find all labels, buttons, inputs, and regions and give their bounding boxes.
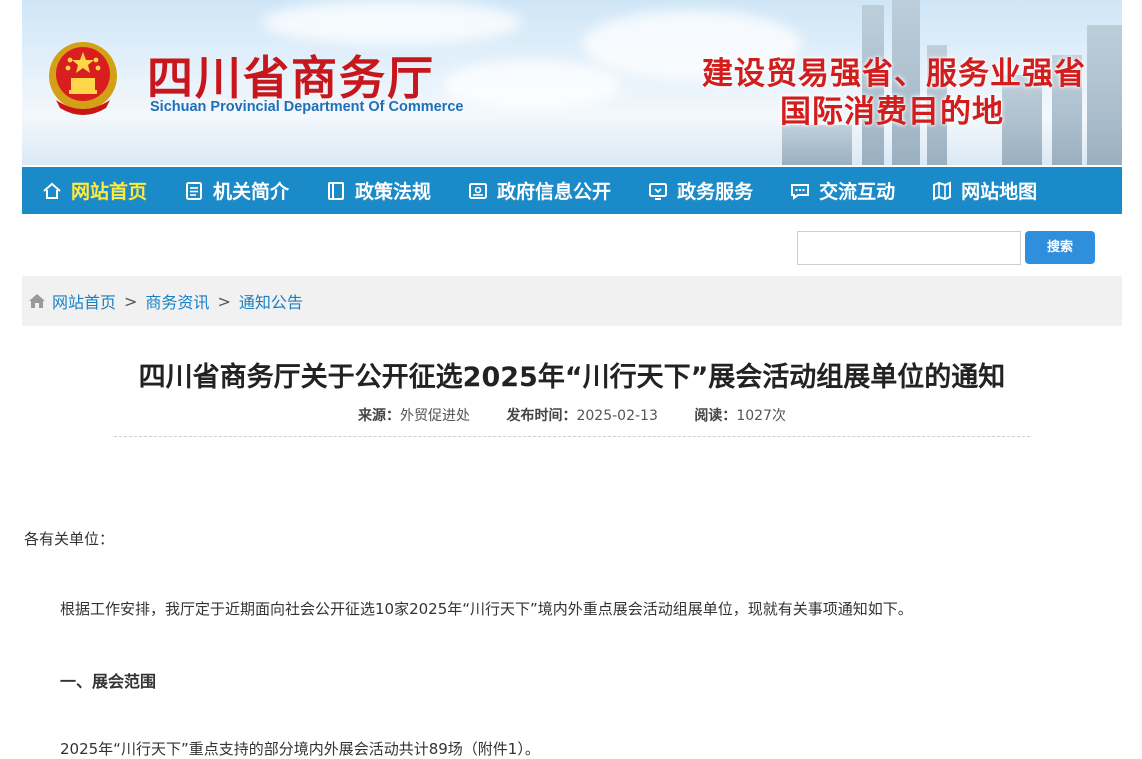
article-source: 来源：外贸促进处 xyxy=(358,408,470,424)
nav-item-sitemap[interactable]: 网站地图 xyxy=(912,167,1054,214)
search-input[interactable] xyxy=(797,231,1021,265)
article-title: 四川省商务厅关于公开征选2025年“川行天下”展会活动组展单位的通知 xyxy=(138,362,1006,393)
nav-label: 政策法规 xyxy=(355,181,432,203)
monitor-icon xyxy=(649,182,668,200)
book-icon xyxy=(328,181,345,200)
article-date: 发布时间：2025-02-13 xyxy=(506,408,657,424)
views-label: 阅读： xyxy=(694,408,737,424)
article-paragraph: 2025年“川行天下”重点支持的部分境内外展会活动共计89场（附件1）。 xyxy=(60,740,540,758)
breadcrumb-business-news[interactable]: 商务资讯 xyxy=(145,289,209,313)
nav-label: 网站首页 xyxy=(71,181,148,203)
nav-item-about[interactable]: 机关简介 xyxy=(164,167,306,214)
article-paragraph: 根据工作安排，我厅定于近期面向社会公开征选10家2025年“川行天下”境内外重点… xyxy=(60,600,913,618)
national-emblem-icon xyxy=(49,42,117,115)
nav-item-gov-info[interactable]: 政府信息公开 xyxy=(448,167,628,214)
article-views: 阅读：1027次 xyxy=(694,408,786,424)
nav-item-home[interactable]: 网站首页 xyxy=(22,167,164,214)
home-icon xyxy=(29,294,45,308)
article-section-heading: 一、展会范围 xyxy=(60,672,157,691)
breadcrumb: 网站首页 > 商务资讯 > 通知公告 xyxy=(22,276,1122,326)
nav-label: 机关简介 xyxy=(213,181,290,203)
chat-icon xyxy=(791,183,810,200)
nav-label: 政务服务 xyxy=(677,181,754,203)
slogan-line-2: 国际消费目的地 xyxy=(780,94,1004,130)
nav-label: 交流互动 xyxy=(819,181,896,203)
breadcrumb-separator: > xyxy=(217,291,231,311)
nav-item-services[interactable]: 政务服务 xyxy=(628,167,770,214)
source-value: 外贸促进处 xyxy=(400,408,471,424)
date-label: 发布时间： xyxy=(506,408,577,424)
article-greeting: 各有关单位： xyxy=(24,530,115,548)
breadcrumb-notices[interactable]: 通知公告 xyxy=(239,289,303,313)
cloud-decoration xyxy=(262,0,522,45)
header-banner: 四川省商务厅 Sichuan Provincial Department Of … xyxy=(22,0,1122,165)
nav-item-interaction[interactable]: 交流互动 xyxy=(770,167,912,214)
map-icon xyxy=(933,181,952,200)
search-button[interactable]: 搜索 xyxy=(1025,231,1095,264)
views-value: 1027次 xyxy=(736,408,786,424)
document-icon xyxy=(186,181,203,200)
breadcrumb-separator: > xyxy=(124,291,138,311)
nav-label: 政府信息公开 xyxy=(497,181,612,203)
main-nav: 网站首页 机关简介 政策法规 政府信息公开 政务服务 交流互动 网站地图 xyxy=(22,167,1122,214)
nav-label: 网站地图 xyxy=(961,181,1038,203)
source-label: 来源： xyxy=(358,408,401,424)
id-card-icon xyxy=(469,182,488,199)
building-decoration xyxy=(782,125,852,165)
building-decoration xyxy=(1087,25,1122,165)
article-meta: 来源：外贸促进处 发布时间：2025-02-13 阅读：1027次 xyxy=(22,405,1122,425)
date-value: 2025-02-13 xyxy=(576,408,658,424)
cloud-decoration xyxy=(442,60,622,110)
nav-item-policy[interactable]: 政策法规 xyxy=(306,167,448,214)
home-icon xyxy=(43,182,61,199)
divider xyxy=(114,436,1030,437)
site-subtitle: Sichuan Provincial Department Of Commerc… xyxy=(150,99,464,115)
breadcrumb-home[interactable]: 网站首页 xyxy=(52,289,116,313)
